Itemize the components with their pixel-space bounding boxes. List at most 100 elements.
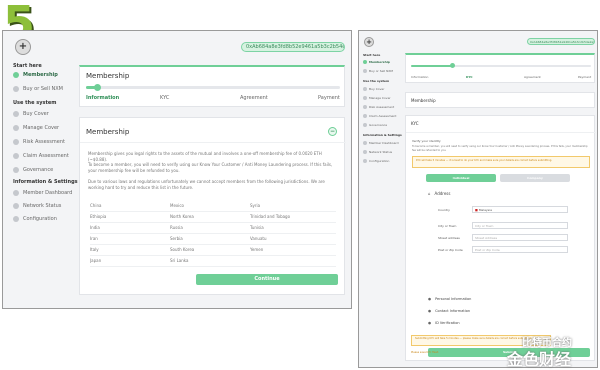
nav-item-buy-cover[interactable]: Buy Cover [363,87,384,91]
shield-icon [13,111,19,117]
dashboard-icon [363,141,367,145]
nav-heading-use: Use the system [363,79,390,83]
nav-label: Governance [23,167,54,173]
country-cell [250,255,336,267]
tab-company[interactable]: Company [500,174,570,182]
nav-item-manage-cover[interactable]: Manage Cover [13,125,59,131]
country-select[interactable]: ■ Malaysia [472,206,568,213]
id-verification-title: ID Verification [435,321,460,325]
nav-item-governance[interactable]: Governance [363,123,387,127]
wallet-address[interactable]: 0xAb684a8e3fd8b52e9461a5b3c2b54e2e8e7b91… [241,42,345,52]
nav-label: Risk Assessment [23,139,65,145]
document-icon [363,114,367,118]
membership-icon [363,60,367,64]
nav-label: Governance [369,123,388,127]
step-payment: Payment [318,95,340,101]
divider [406,132,596,133]
nav-item-membership[interactable]: Membership [13,72,58,78]
personal-info-section[interactable]: ● Personal Information [428,297,471,301]
coin-icon [13,86,19,92]
info-title: Membership [86,128,130,136]
nav-item-configuration[interactable]: Configuration [363,159,389,163]
post-input[interactable]: Post or Zip Code [472,246,568,253]
info-paragraph-2: To become a member, you will need to ver… [88,162,333,173]
progress-marker [450,63,455,68]
nav-label: Membership [23,72,58,78]
tab-individual[interactable]: Individual [426,174,496,182]
wallet-address[interactable]: 0xAb684a8e3fd8b52e9461a5b3c2b54e2e8e7b91… [527,38,595,45]
membership-section[interactable]: Membership [405,92,595,108]
address-title: Address [434,191,451,196]
nav-heading-start: Start here [363,53,381,57]
nav-heading-info: Information & Settings [363,133,402,137]
id-verification-section[interactable]: ● ID Verification [428,321,460,325]
country-cell: Ethiopia [90,211,170,223]
nexus-logo[interactable]: + [15,39,31,55]
nexus-logo[interactable]: + [364,37,374,47]
nav-heading-start: Start here [13,63,42,69]
nav-item-claim-assessment[interactable]: Claim Assessment [363,114,396,118]
nav-item-buy-sell[interactable]: Buy or Sell NXM [13,86,63,92]
nav-item-member-dashboard[interactable]: Member Dashboard [13,190,72,196]
gavel-icon [13,167,19,173]
membership-progress-card: Information KYC Agreement Payment [405,53,595,83]
collapse-icon[interactable]: − [328,127,337,136]
nav-item-risk-assessment[interactable]: Risk Assessment [13,139,65,145]
home-icon: ⌂ [428,191,431,196]
nav-item-network-status[interactable]: Network Status [13,203,61,209]
nav-item-buy-cover[interactable]: Buy Cover [13,111,49,117]
nav-item-network-status[interactable]: Network Status [363,150,392,154]
country-cell: China [90,200,170,212]
country-cell: Iran [90,233,170,245]
continue-button[interactable]: Continue [196,274,338,285]
progress-fill [411,65,451,67]
nav-item-buy-sell[interactable]: Buy or Sell NXM [363,69,393,73]
membership-info-screen: + 0xAb684a8e3fd8b52e9461a5b3c2b54e2e8e7b… [2,30,352,309]
nav-label: Buy or Sell NXM [23,86,63,92]
progress-track [86,86,340,89]
nav-item-membership[interactable]: Membership [363,60,390,64]
kyc-screen: + 0xAb684a8e3fd8b52e9461a5b3c2b54e2e8e7b… [358,30,598,368]
country-cell: Serbia [170,233,250,245]
table-row: Ethiopia North Korea Trinidad and Tobago [90,211,336,223]
nav-label: Network Status [23,203,62,209]
nav-label: Manage Cover [369,96,391,100]
nav-item-claim-assessment[interactable]: Claim Assessment [13,153,69,159]
progress-marker [94,84,101,91]
network-icon [13,203,19,209]
dashboard-icon [13,190,19,196]
step-information: Information [411,75,429,79]
country-cell: Italy [90,244,170,256]
restricted-countries-table: China Mexico Syria Ethiopia North Korea Trini… [90,200,336,267]
nav-item-configuration[interactable]: Configuration [13,216,57,222]
kyc-time-warning: KYC will take 5 minutes — it is best to … [412,156,590,168]
city-input[interactable]: City or Town [472,222,568,229]
kyc-title: KYC [411,121,419,126]
contact-info-section[interactable]: ● Contact Information [428,309,470,313]
post-label: Post or Zip Code [438,248,463,252]
nav-label: Configuration [369,159,390,163]
nav-item-risk-assessment[interactable]: Risk Assessment [363,105,394,109]
country-cell: South Korea [170,244,250,256]
address-section[interactable]: ⌂ Address [428,191,450,196]
country-cell: Sri Lanka [170,255,250,267]
nav-label: Configuration [23,216,57,222]
step-agreement: Agreement [240,95,268,101]
country-label: Country [438,208,450,212]
country-cell: Russia [170,222,250,234]
country-cell: Syria [250,200,336,212]
nav-item-governance[interactable]: Governance [13,167,53,173]
nav-label: Buy Cover [369,87,385,91]
verify-text: To become a member, you will need to ver… [412,145,588,152]
nav-item-manage-cover[interactable]: Manage Cover [363,96,391,100]
membership-section-title: Membership [411,98,436,103]
street-input[interactable]: Street Address [472,234,568,241]
country-cell: Tunisia [250,222,336,234]
gavel-icon [363,123,367,127]
progress-title: Membership [86,72,130,80]
divider [80,142,346,143]
person-icon: ● [428,297,432,301]
info-paragraph-1: Membership gives you legal rights to the… [88,151,322,162]
nav-item-member-dashboard[interactable]: Member Dashboard [363,141,399,145]
nav-label: Member Dashboard [369,141,399,145]
